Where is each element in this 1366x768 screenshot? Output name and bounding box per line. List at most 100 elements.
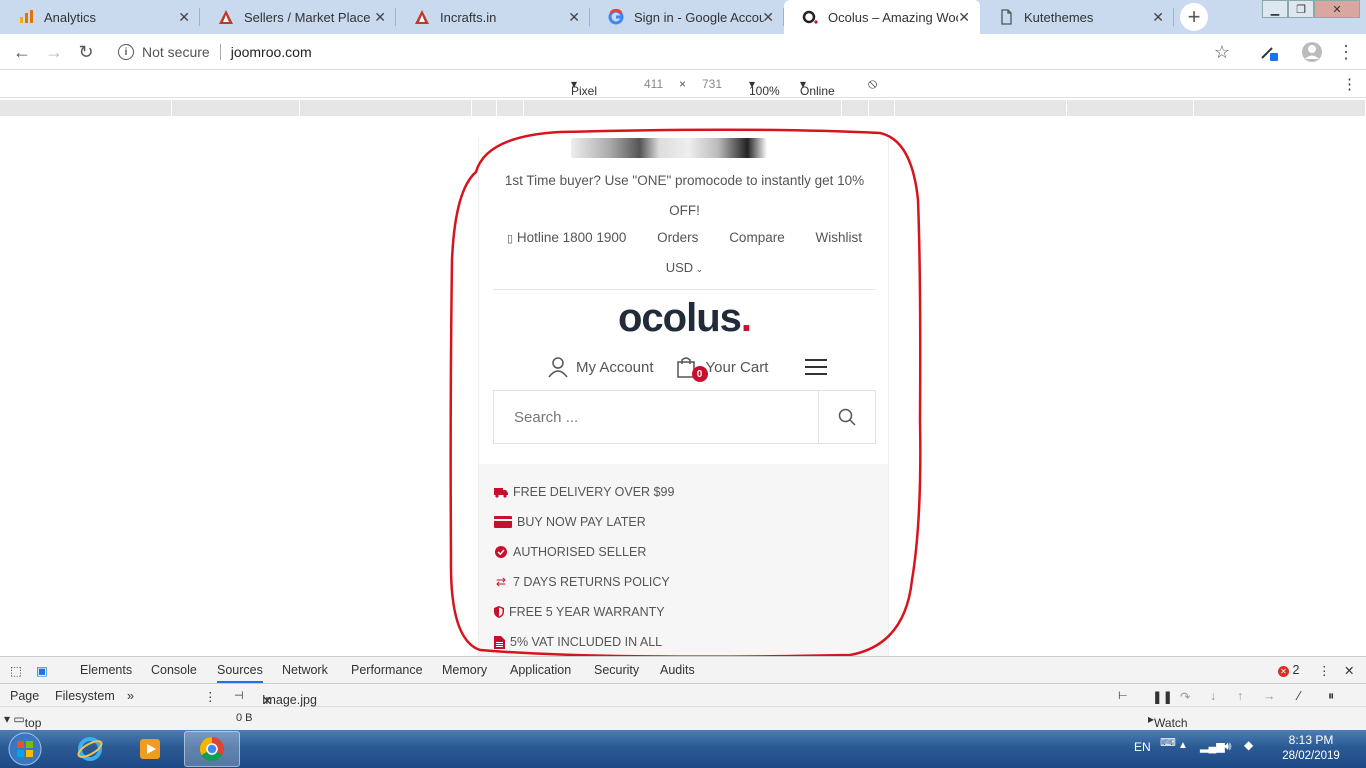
chevron-down-icon: ⌄ <box>693 264 704 274</box>
user-icon <box>548 357 568 378</box>
dimension-separator: × <box>679 77 687 91</box>
device-toolbar: Pixel 2 ▾ 411 × 731 100% ▾ Online ▾ ⦸ ⋮ <box>0 70 1366 112</box>
device-width-input[interactable]: 411 <box>644 77 663 91</box>
tab-audits[interactable]: Audits <box>660 663 695 677</box>
language-indicator[interactable]: EN <box>1134 740 1151 754</box>
deactivate-breakpoints-icon[interactable]: ⁄ <box>1298 689 1300 703</box>
my-account-link[interactable]: My Account <box>547 356 654 378</box>
tab-network[interactable]: Network <box>282 663 328 677</box>
mobile-page: 1st Time buyer? Use "ONE" promocode to i… <box>478 138 889 656</box>
maximize-button[interactable]: ❐ <box>1288 0 1314 18</box>
cart-link[interactable]: 0 Your Cart <box>676 356 768 382</box>
volume-icon[interactable]: 🔊︎ <box>1224 739 1232 754</box>
bookmark-star-icon[interactable]: ☆ <box>1210 40 1234 64</box>
rotate-icon[interactable]: ⦸ <box>868 75 877 92</box>
device-select[interactable]: Pixel 2 ▾ <box>571 77 597 112</box>
clock-date[interactable]: 28/02/2019 <box>1272 750 1350 762</box>
tab-console[interactable]: Console <box>151 663 197 677</box>
device-toggle-icon[interactable]: ▣ <box>36 663 48 678</box>
wishlist-link[interactable]: Wishlist <box>815 226 862 251</box>
tab-application[interactable]: Application <box>510 663 571 677</box>
tab-analytics[interactable]: Analytics ✕ <box>0 0 200 34</box>
hotline-link[interactable]: ▯ Hotline 1800 1900 <box>507 226 626 251</box>
step-out-icon[interactable]: ↑ <box>1237 689 1243 703</box>
extension-icon[interactable] <box>1256 40 1280 64</box>
windows-taskbar: EN ⌨ ▲ ▂▄▆ 🔊︎ ◆ 8:13 PM 28/02/2019 <box>0 730 1366 768</box>
tab-ocolus[interactable]: Ocolus – Amazing WooC ✕ <box>784 0 980 34</box>
close-icon[interactable]: ✕ <box>262 693 272 708</box>
tab-title: Kutethemes <box>1024 9 1094 25</box>
minimize-button[interactable]: ▁ <box>1262 0 1288 18</box>
browser-menu-icon[interactable]: ⋮ <box>1334 40 1358 64</box>
device-viewport: 1st Time buyer? Use "ONE" promocode to i… <box>0 116 1366 656</box>
tab-google-signin[interactable]: Sign in - Google Accoun ✕ <box>590 0 784 34</box>
orders-link[interactable]: Orders <box>657 226 698 251</box>
window-close-button[interactable]: ✕ <box>1314 0 1360 18</box>
nav-filesystem-tab[interactable]: Filesystem <box>55 689 115 703</box>
internet-explorer-icon[interactable] <box>62 731 118 767</box>
keyboard-icon[interactable]: ⌨ <box>1160 736 1176 749</box>
currency-selector[interactable]: USD ⌄ <box>479 256 888 281</box>
file-icon <box>494 635 505 649</box>
nav-page-tab[interactable]: Page <box>10 689 39 703</box>
tab-elements[interactable]: Elements <box>80 663 132 677</box>
tab-security[interactable]: Security <box>594 663 639 677</box>
close-icon[interactable]: ✕ <box>762 9 774 26</box>
media-query-bar[interactable] <box>0 100 1366 116</box>
network-throttle-select[interactable]: Online ▾ <box>800 77 835 98</box>
devtools-close-icon[interactable]: ✕ <box>1344 663 1354 678</box>
close-icon[interactable]: ✕ <box>178 9 190 26</box>
search-input[interactable]: Search ... <box>494 391 819 443</box>
analytics-icon <box>20 10 33 23</box>
watch-section[interactable]: ▸ Watch <box>1148 712 1188 730</box>
tab-incrafts[interactable]: Incrafts.in ✕ <box>396 0 590 34</box>
tab-sources[interactable]: Sources <box>217 663 263 683</box>
network-signal-icon[interactable]: ▂▄▆ <box>1200 740 1225 753</box>
toggle-debugger-icon[interactable]: ⊢ <box>1118 689 1128 702</box>
site-logo[interactable]: ocolus. <box>479 296 888 341</box>
step-icon[interactable]: → <box>1263 689 1276 703</box>
more-tabs-icon[interactable]: » <box>127 689 134 703</box>
navigator-menu-icon[interactable]: ⋮ <box>204 689 217 704</box>
tab-memory[interactable]: Memory <box>442 663 487 677</box>
back-button[interactable]: ← <box>10 40 34 64</box>
step-over-icon[interactable]: ↷ <box>1180 689 1190 704</box>
close-icon[interactable]: ✕ <box>374 9 386 26</box>
inspect-element-icon[interactable]: ⬚ <box>10 663 22 678</box>
devtools-menu-icon[interactable]: ⋮ <box>1318 663 1331 678</box>
info-icon[interactable]: i <box>118 44 134 60</box>
forward-button[interactable]: → <box>42 40 66 64</box>
phone-icon: ▯ <box>507 233 514 245</box>
address-bar[interactable]: i Not secure joomroo.com <box>108 38 1238 66</box>
toggle-navigator-icon[interactable]: ⊣ <box>234 689 244 702</box>
dropbox-icon[interactable]: ◆ <box>1244 738 1253 752</box>
device-menu-icon[interactable]: ⋮ <box>1342 75 1357 93</box>
security-label: Not secure <box>142 44 210 60</box>
tab-performance[interactable]: Performance <box>351 663 423 677</box>
clock-time[interactable]: 8:13 PM <box>1276 733 1346 747</box>
ad-banner-image[interactable] <box>571 138 767 158</box>
device-height-input[interactable]: 731 <box>702 77 722 91</box>
pause-icon[interactable]: ❚❚ <box>1152 689 1173 704</box>
error-counter[interactable]: ✕ 2 <box>1278 663 1299 677</box>
start-button[interactable] <box>0 731 50 767</box>
hamburger-menu-icon[interactable] <box>805 359 827 375</box>
search-button[interactable] <box>819 391 875 443</box>
tab-sellers[interactable]: Sellers / Market Place / I ✕ <box>200 0 396 34</box>
media-player-icon[interactable] <box>122 731 178 767</box>
new-tab-button[interactable]: + <box>1180 3 1208 31</box>
close-icon[interactable]: ✕ <box>958 9 970 26</box>
chrome-taskbar-icon[interactable] <box>184 731 240 767</box>
close-icon[interactable]: ✕ <box>568 9 580 26</box>
reload-button[interactable]: ↻ <box>74 40 98 64</box>
compare-link[interactable]: Compare <box>729 226 785 251</box>
show-hidden-icons-icon[interactable]: ▲ <box>1178 740 1188 751</box>
step-into-icon[interactable]: ↓ <box>1210 689 1216 703</box>
tree-top-item[interactable]: ▾ ▭ top <box>4 712 41 730</box>
close-icon[interactable]: ✕ <box>1152 9 1164 26</box>
top-links: ▯ Hotline 1800 1900 Orders Compare Wishl… <box>493 226 876 251</box>
tab-kutethemes[interactable]: Kutethemes ✕ <box>980 0 1174 34</box>
profile-avatar[interactable] <box>1300 40 1324 64</box>
zoom-select[interactable]: 100% ▾ <box>749 77 780 98</box>
pause-on-exceptions-icon[interactable]: ⏸ <box>1328 689 1334 704</box>
